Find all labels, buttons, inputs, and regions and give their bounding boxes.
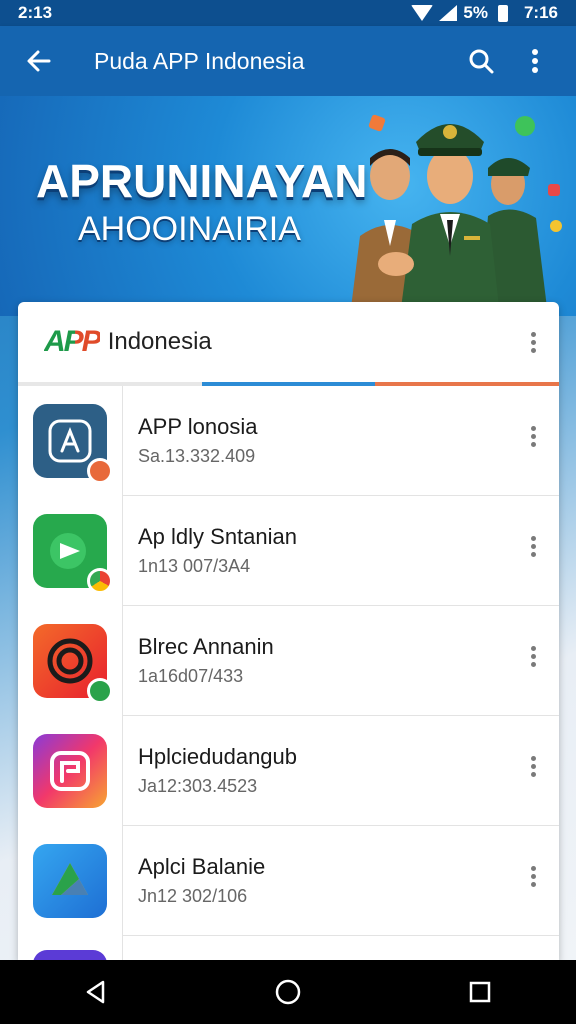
officers-illustration xyxy=(350,114,562,316)
item-name: Blrec Annanin xyxy=(138,634,274,659)
search-button[interactable] xyxy=(454,36,508,86)
item-more-button[interactable] xyxy=(531,866,537,887)
app-list-card: APP Indonesia APP lonosia Sa.13.332.409 xyxy=(18,302,559,962)
system-nav-bar xyxy=(0,960,576,1024)
text-cell: Blrec Annanin 1a16d07/433 xyxy=(123,606,559,716)
icon-cell xyxy=(18,386,123,496)
card-header: APP Indonesia xyxy=(18,302,559,382)
item-name: Aplci Balanie xyxy=(138,854,266,879)
item-more-button[interactable] xyxy=(531,426,537,447)
app-icon xyxy=(33,734,107,808)
banner-title: APRUNINAYAN xyxy=(36,155,368,207)
more-vert-icon xyxy=(531,331,536,337)
more-dot xyxy=(531,882,536,887)
item-name: Ap ldly Sntanian xyxy=(138,524,297,549)
hero-banner: APRUNINAYAN AHOOINAIRIA xyxy=(0,96,576,316)
camera-app-icon xyxy=(50,751,90,791)
drive-icon xyxy=(52,863,88,895)
item-more-button[interactable] xyxy=(531,646,537,667)
chrome-badge-icon xyxy=(87,568,113,594)
back-button[interactable] xyxy=(14,36,64,86)
list-item[interactable]: Blrec Annanin 1a16d07/433 xyxy=(18,606,559,716)
more-dot xyxy=(531,347,536,353)
status-bar: 2:13 5% 7:16 xyxy=(0,0,576,26)
app-bar: Puda APP Indonesia xyxy=(0,26,576,96)
item-sub: Ja12:303.4523 xyxy=(138,776,258,796)
more-vert-icon xyxy=(532,49,538,73)
app-icon xyxy=(33,514,113,594)
nav-recents-button[interactable] xyxy=(450,967,510,1017)
app-icon xyxy=(33,624,113,704)
item-name: APP lonosia xyxy=(138,414,258,439)
item-sub: Jn12 302/106 xyxy=(138,886,248,906)
list-item[interactable]: Hplciedudangub Ja12:303.4523 xyxy=(18,716,559,826)
status-icons: 5% 7:16 xyxy=(411,3,558,23)
text-cell: APP lonosia Sa.13.332.409 xyxy=(123,386,559,496)
item-more-button[interactable] xyxy=(531,756,537,777)
more-vert-icon xyxy=(531,756,536,761)
card-title: Indonesia xyxy=(107,328,212,355)
square-recents-icon xyxy=(469,981,491,1003)
icon-cell xyxy=(18,496,123,606)
more-dot xyxy=(531,544,536,549)
more-dot xyxy=(531,552,536,557)
badge-icon xyxy=(87,458,113,484)
app-logo: APP xyxy=(44,325,102,358)
overflow-menu-button[interactable] xyxy=(508,36,562,86)
circle-home-icon xyxy=(275,979,301,1005)
banner-subtitle: AHOOINAIRIA xyxy=(78,210,301,248)
icon-cell xyxy=(18,716,123,826)
triangle-back-icon xyxy=(86,980,105,1004)
more-vert-icon xyxy=(531,426,536,431)
icon-cell xyxy=(18,826,123,936)
app-icon xyxy=(33,404,113,484)
more-dot xyxy=(531,874,536,879)
nav-home-button[interactable] xyxy=(258,967,318,1017)
more-dot xyxy=(531,434,536,439)
arrow-left-icon xyxy=(27,50,51,72)
status-time-left: 2:13 xyxy=(18,3,53,22)
more-vert-icon xyxy=(531,866,536,871)
list-item[interactable]: APP lonosia Sa.13.332.409 xyxy=(18,386,559,496)
video-chat-icon xyxy=(50,533,86,569)
badge-icon xyxy=(87,678,113,704)
item-name: Hplciedudangub xyxy=(138,744,298,769)
text-cell: Hplciedudangub Ja12:303.4523 xyxy=(123,716,559,826)
battery-icon xyxy=(497,4,508,22)
app-icon xyxy=(33,844,107,918)
more-dot xyxy=(531,654,536,659)
more-dot xyxy=(531,772,536,777)
wifi-icon xyxy=(411,5,434,21)
more-vert-icon xyxy=(531,646,536,651)
text-cell xyxy=(123,936,559,962)
icon-cell xyxy=(18,606,123,716)
list-item[interactable] xyxy=(18,936,559,962)
item-sub: Sa.13.332.409 xyxy=(138,446,256,466)
nav-back-button[interactable] xyxy=(66,967,126,1017)
battery-percent: 5% xyxy=(463,3,488,22)
app-list: APP lonosia Sa.13.332.409 Ap ldly Sntani… xyxy=(18,386,559,962)
more-dot xyxy=(531,442,536,447)
item-sub: 1a16d07/433 xyxy=(138,666,244,686)
status-time-right: 7:16 xyxy=(523,3,558,22)
search-icon xyxy=(469,49,494,74)
card-more-button[interactable] xyxy=(531,331,537,353)
edit-app-icon xyxy=(48,419,92,463)
more-dot xyxy=(531,662,536,667)
text-cell: Aplci Balanie Jn12 302/106 xyxy=(123,826,559,936)
signal-icon xyxy=(439,5,458,21)
record-icon xyxy=(47,638,93,684)
item-more-button[interactable] xyxy=(531,536,537,557)
list-item[interactable]: Ap ldly Sntanian 1n13 007/3A4 xyxy=(18,496,559,606)
text-cell: Ap ldly Sntanian 1n13 007/3A4 xyxy=(123,496,559,606)
more-dot xyxy=(531,764,536,769)
item-sub: 1n13 007/3A4 xyxy=(138,556,251,576)
icon-cell xyxy=(18,936,123,962)
app-bar-title: Puda APP Indonesia xyxy=(94,47,305,74)
more-vert-icon xyxy=(531,536,536,541)
list-item[interactable]: Aplci Balanie Jn12 302/106 xyxy=(18,826,559,936)
more-dot xyxy=(531,339,536,345)
